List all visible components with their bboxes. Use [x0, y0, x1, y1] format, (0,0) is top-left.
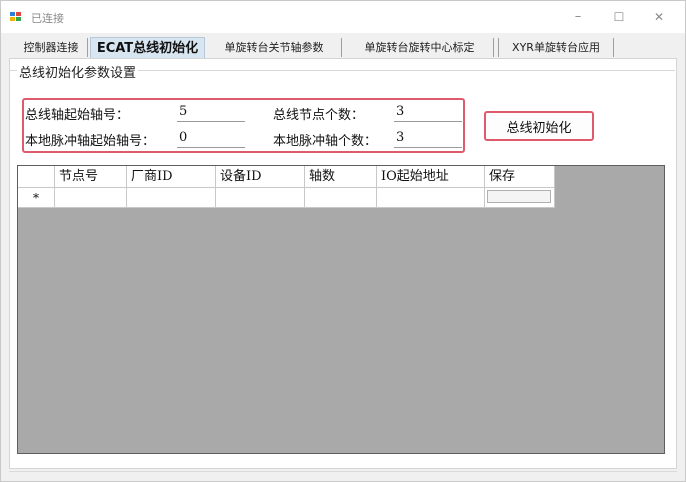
cell-device-id[interactable]: [216, 188, 305, 208]
table-header: 节点号 厂商ID 设备ID 轴数 IO起始地址 保存: [18, 166, 555, 188]
local-pulse-start-input[interactable]: [177, 127, 245, 148]
cell-axis-count[interactable]: [305, 188, 377, 208]
close-button[interactable]: ✕: [644, 6, 674, 28]
status-divider: [9, 471, 677, 472]
column-header-save[interactable]: 保存: [485, 166, 555, 188]
table-row-new: *: [18, 188, 555, 208]
node-data-grid[interactable]: 节点号 厂商ID 设备ID 轴数 IO起始地址 保存 *: [17, 165, 665, 454]
cell-save[interactable]: [485, 188, 555, 208]
row-header-corner: [18, 166, 55, 188]
maximize-button[interactable]: ☐: [604, 6, 634, 28]
save-button-cell[interactable]: [487, 190, 551, 203]
bus-node-count-input[interactable]: [394, 101, 462, 122]
group-title: 总线初始化参数设置: [17, 62, 139, 81]
bus-init-button[interactable]: 总线初始化: [484, 111, 594, 141]
column-header-vendor-id[interactable]: 厂商ID: [127, 166, 216, 188]
tab-controller-connect[interactable]: 控制器连接: [15, 38, 88, 57]
cell-vendor-id[interactable]: [127, 188, 216, 208]
tab-joint-axis-params[interactable]: 单旋转台关节轴参数: [207, 38, 342, 57]
bus-node-count-label: 总线节点个数：: [273, 108, 365, 123]
tab-rotation-center-calibration[interactable]: 单旋转台旋转中心标定: [346, 38, 494, 57]
bus-start-axis-input[interactable]: [177, 101, 245, 122]
bus-start-axis-label: 总线轴起始轴号：: [25, 108, 130, 123]
cell-io-start-address[interactable]: [377, 188, 485, 208]
window-title: 已连接: [31, 12, 64, 25]
app-icon: [10, 12, 22, 23]
tab-xyr-application[interactable]: XYR单旋转台应用: [498, 38, 614, 57]
tab-ecat-init[interactable]: ECAT总线初始化: [90, 37, 205, 58]
column-header-node-no[interactable]: 节点号: [55, 166, 127, 188]
local-pulse-count-label: 本地脉冲轴个数：: [273, 134, 378, 149]
tab-strip: 控制器连接 ECAT总线初始化 单旋转台关节轴参数 单旋转台旋转中心标定 XYR…: [15, 37, 675, 58]
minimize-button[interactable]: –: [563, 6, 593, 28]
column-header-io-start-address[interactable]: IO起始地址: [377, 166, 485, 188]
main-window: 已连接 – ☐ ✕ 控制器连接 ECAT总线初始化 单旋转台关节轴参数 单旋转台…: [0, 0, 686, 482]
column-header-axis-count[interactable]: 轴数: [305, 166, 377, 188]
local-pulse-start-label: 本地脉冲轴起始轴号：: [25, 134, 156, 149]
new-row-marker: *: [18, 188, 55, 208]
title-bar: 已连接 – ☐ ✕: [1, 1, 685, 33]
column-header-device-id[interactable]: 设备ID: [216, 166, 305, 188]
local-pulse-count-input[interactable]: [394, 127, 462, 148]
cell-node-no[interactable]: [55, 188, 127, 208]
